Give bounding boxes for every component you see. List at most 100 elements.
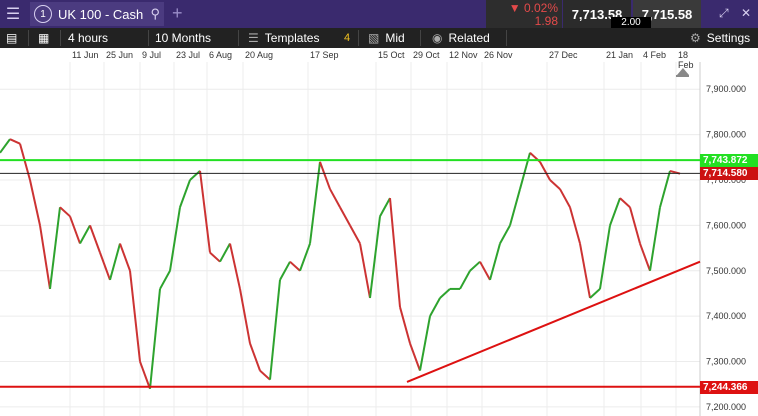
- price-segment: [499, 224, 511, 245]
- price-segment: [289, 260, 301, 272]
- settings-label: Settings: [706, 31, 751, 45]
- divider: [60, 30, 61, 46]
- price-segment: [609, 197, 621, 226]
- instrument-name: UK 100 - Cash: [58, 6, 144, 22]
- price-segment: [329, 188, 341, 208]
- date-label: 29 Oct: [413, 50, 440, 60]
- resistance-price-label: 7,743.872: [700, 154, 758, 168]
- add-tab-icon[interactable]: +: [172, 3, 183, 24]
- candlestick-icon: ▧: [368, 31, 380, 45]
- y-tick-label: 7,300.000: [706, 357, 746, 367]
- price-segment: [519, 152, 531, 190]
- y-tick-label: 7,400.000: [706, 311, 746, 321]
- y-tick-label: 7,900.000: [706, 84, 746, 94]
- scroll-up-icon[interactable]: [677, 68, 689, 75]
- price-segment: [199, 170, 211, 253]
- current-price-label: 7,714.580: [700, 167, 758, 181]
- divider: [358, 30, 359, 46]
- price-segment: [509, 188, 521, 226]
- price-segment: [549, 179, 561, 190]
- instrument-number: 1: [34, 5, 52, 23]
- price-segment: [79, 224, 91, 245]
- price-chart[interactable]: 7,900.0007,800.0007,700.0007,600.0007,50…: [0, 62, 758, 416]
- date-label: 25 Jun: [106, 50, 134, 60]
- price-segment: [229, 243, 241, 290]
- price-segment: [69, 215, 81, 244]
- layout-grid-icon[interactable]: ▦: [38, 28, 49, 48]
- price-segment: [429, 297, 441, 317]
- trendline[interactable]: [406, 260, 701, 383]
- price-segment: [179, 179, 191, 208]
- divider: [506, 30, 507, 46]
- sliders-icon: ☰: [248, 31, 259, 45]
- price-segment: [309, 161, 321, 244]
- price-type-select[interactable]: ▧ Mid: [368, 28, 405, 48]
- date-label: 15 Oct: [378, 50, 405, 60]
- date-label: 17 Sep: [310, 50, 339, 60]
- price-segment: [149, 288, 161, 389]
- price-segment: [599, 225, 611, 290]
- templates-button[interactable]: ☰ Templates: [248, 28, 319, 48]
- y-tick-label: 7,500.000: [706, 266, 746, 276]
- menu-icon[interactable]: ☰: [0, 0, 26, 28]
- price-segment: [319, 161, 331, 190]
- price-segment: [559, 188, 571, 208]
- price-segment: [349, 224, 361, 245]
- date-label: 12 Nov: [449, 50, 478, 60]
- divider: [28, 30, 29, 46]
- date-label: 27 Dec: [549, 50, 578, 60]
- y-tick-label: 7,800.000: [706, 130, 746, 140]
- price-segment: [619, 197, 631, 208]
- price-segment: [0, 138, 11, 154]
- price-segment: [659, 170, 671, 208]
- price-segment: [369, 216, 381, 299]
- date-label: 4 Feb: [643, 50, 667, 60]
- scroll-up-icon-base: [676, 75, 689, 77]
- price-segment: [39, 225, 51, 290]
- price-segment: [649, 207, 661, 271]
- timeframe-select[interactable]: 4 hours: [68, 28, 108, 48]
- spread-value: 2.00: [611, 17, 651, 28]
- settings-button[interactable]: ⚙ Settings: [690, 28, 750, 48]
- price-segment: [139, 361, 151, 390]
- price-segment: [399, 306, 411, 344]
- search-icon[interactable]: ⚲: [150, 6, 160, 22]
- price-segment: [539, 161, 551, 181]
- chart-toolbar: ▤ ▦ 4 hours 10 Months ☰ Templates 4 ▧ Mi…: [0, 28, 758, 48]
- price-segment: [99, 252, 111, 281]
- price-segment: [389, 198, 401, 308]
- price-type-label: Mid: [385, 31, 405, 45]
- price-segment: [109, 243, 121, 281]
- price-segment: [259, 369, 271, 381]
- divider: [148, 30, 149, 46]
- date-label: 20 Aug: [245, 50, 274, 60]
- price-segment: [119, 243, 131, 272]
- price-segment: [439, 288, 451, 299]
- list-icon[interactable]: ▤: [6, 28, 17, 48]
- instrument-tab[interactable]: 1 UK 100 - Cash ⚲: [30, 2, 164, 26]
- expand-icon[interactable]: ⤢: [719, 6, 729, 21]
- price-segment: [339, 206, 351, 226]
- date-label: 11 Jun: [72, 50, 99, 60]
- price-segment: [189, 170, 201, 181]
- close-icon[interactable]: ✕: [741, 6, 751, 20]
- price-segment: [89, 225, 101, 253]
- price-segment: [49, 207, 61, 290]
- divider: [238, 30, 239, 46]
- price-segment: [379, 197, 391, 217]
- price-segment: [9, 138, 21, 145]
- date-label: 6 Aug: [209, 50, 233, 60]
- eye-icon: ◉: [432, 31, 443, 45]
- price-segment: [419, 315, 431, 371]
- price-segment: [159, 270, 171, 290]
- y-tick-label: 7,200.000: [706, 402, 746, 412]
- divider: [420, 30, 421, 46]
- date-label: 26 Nov: [484, 50, 513, 60]
- change-absolute: 1.98: [534, 14, 558, 28]
- templates-label: Templates: [264, 31, 320, 45]
- price-segment: [269, 279, 281, 380]
- price-segment: [249, 343, 261, 371]
- range-select[interactable]: 10 Months: [155, 28, 211, 48]
- related-button[interactable]: ◉ Related: [432, 28, 490, 48]
- change-percent: ▼ 0.02%: [508, 1, 558, 15]
